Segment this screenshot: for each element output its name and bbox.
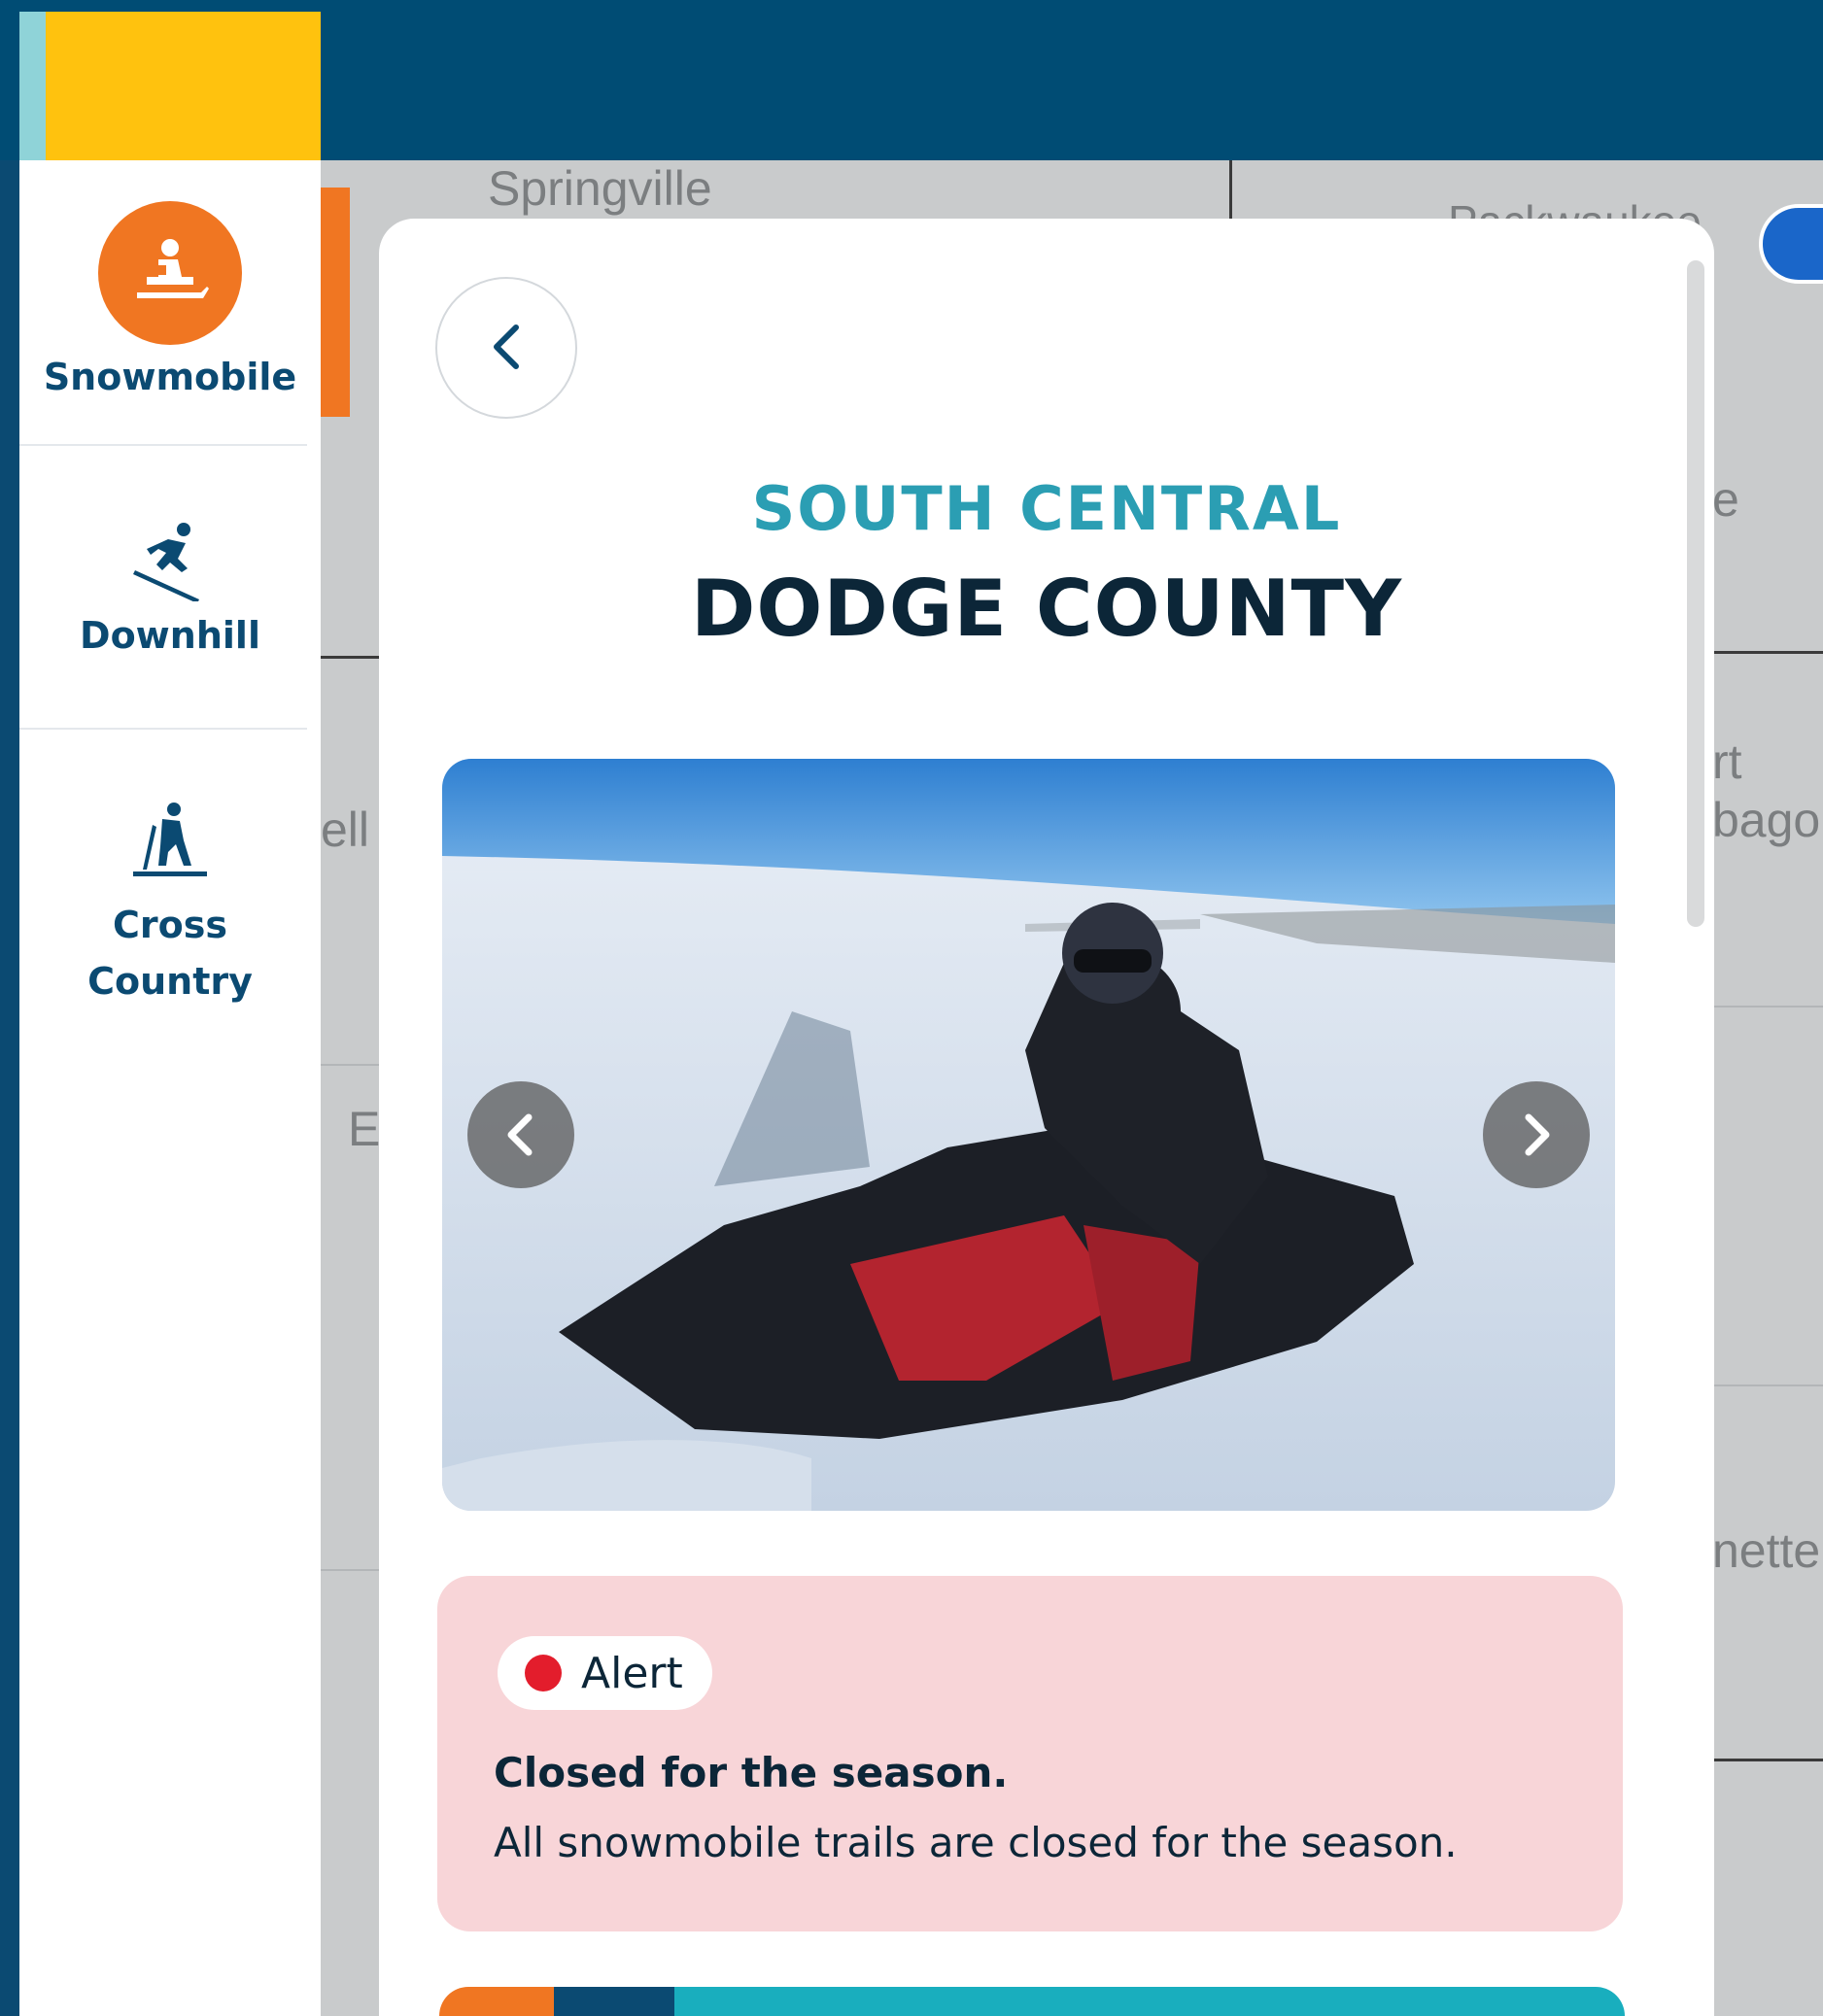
active-item-indicator [321,188,350,417]
map-road [1229,160,1232,219]
strip-orange [439,1987,554,2016]
alert-badge-label: Alert [581,1648,683,1698]
logo[interactable] [19,12,321,160]
sidebar-item-downhill[interactable]: Downhill [19,520,321,664]
map-road [321,1064,379,1066]
map-road [321,1569,379,1571]
sidebar-item-label: Downhill [80,614,260,657]
sidebar-item-label: Snowmobile [43,356,297,398]
sidebar-item-label-line1: Cross [113,904,227,946]
back-button[interactable] [435,277,577,419]
chevron-left-icon [487,322,526,375]
county-detail-panel: SOUTH CENTRAL DODGE COUNTY Alert Closed … [379,219,1714,2016]
panel-scrollbar[interactable] [1687,260,1704,927]
alert-dot-icon [525,1655,562,1691]
cross-country-skier-icon [129,802,211,887]
map-road [1710,651,1823,654]
map-road [1710,1759,1823,1761]
region-title: SOUTH CENTRAL [751,473,1342,544]
strip-navy [554,1987,674,2016]
map-control-button[interactable] [1759,204,1823,284]
sidebar-item-label-line2: Country [87,960,253,1003]
alert-body: All snowmobile trails are closed for the… [494,1819,1458,1866]
next-card-header [439,1987,1625,2016]
map-label-springville: Springville [488,161,712,216]
map-label-bago: bago [1712,793,1821,847]
downhill-skier-icon [129,520,211,605]
map-label-nette: nette [1712,1523,1821,1578]
map-road [1710,1006,1823,1008]
alert-badge: Alert [498,1636,712,1710]
alert-card: Alert Closed for the season. All snowmob… [437,1576,1623,1931]
carousel-next-button[interactable] [1483,1081,1590,1188]
sidebar-item-cross-country[interactable]: Cross Country [19,802,321,1009]
map-label-e: e [1712,472,1739,527]
map-road [1710,1384,1823,1386]
map-label-ell: ell [321,803,370,857]
sidebar-divider [19,444,307,446]
snowmobile-photo [442,759,1615,1511]
map-label-e2: E [348,1102,381,1156]
photo-carousel[interactable] [442,759,1615,1511]
activity-sidebar: Snowmobile Downhill Cross Country [19,160,321,2016]
alert-title: Closed for the season. [494,1749,1009,1796]
chevron-right-icon [1525,1113,1550,1156]
carousel-prev-button[interactable] [467,1081,574,1188]
sidebar-item-snowmobile[interactable]: Snowmobile [19,201,321,405]
chevron-left-icon [507,1113,533,1156]
county-title: DODGE COUNTY [690,564,1403,654]
sidebar-divider [19,728,307,730]
strip-teal [674,1987,1625,2016]
snowmobile-icon [98,201,242,345]
map-road [321,656,379,659]
map-label-rt: rt [1712,735,1742,789]
logo-stripe [19,12,46,160]
